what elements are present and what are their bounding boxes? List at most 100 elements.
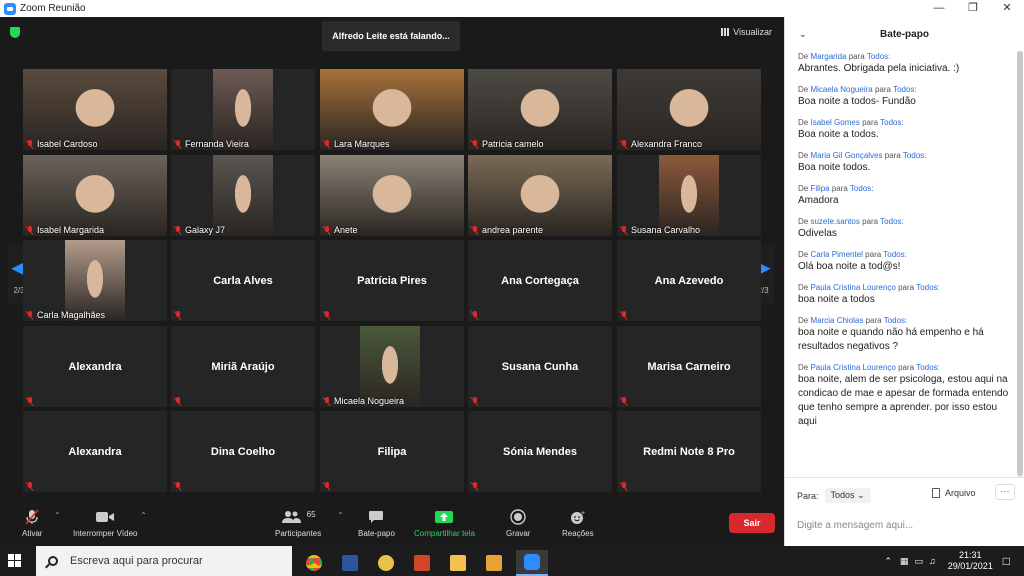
taskbar-search-box[interactable]: Escreva aqui para procurar [36, 546, 292, 576]
volume-icon[interactable]: ♫ [929, 556, 936, 566]
mic-muted-icon [323, 396, 331, 406]
participant-tile[interactable]: Carla Alves [171, 240, 315, 321]
participant-tile[interactable]: Alexandra [23, 411, 167, 492]
participant-tile[interactable]: Micaela Nogueira [320, 326, 464, 407]
chat-message-input[interactable] [797, 516, 1012, 534]
participants-label: Participantes [275, 529, 322, 538]
network-icon[interactable]: ▦ [900, 556, 909, 567]
chat-message-list[interactable]: De Margarida para Todos: Abrantes. Obriga… [785, 51, 1017, 477]
shield-icon[interactable] [10, 27, 20, 38]
participant-name: Isabel Margarida [37, 225, 105, 235]
participant-tile[interactable]: Miriã Araújo [171, 326, 315, 407]
participant-name: Lara Marques [334, 139, 390, 149]
participant-tile[interactable]: Fernanda Vieira [171, 69, 315, 150]
paint-taskbar-icon[interactable] [370, 550, 402, 576]
participant-tile[interactable]: Susana Cunha [468, 326, 612, 407]
leave-meeting-button[interactable]: Sair [729, 513, 775, 533]
chat-scrollbar-thumb[interactable] [1017, 51, 1023, 476]
sender-name[interactable]: Micaela Nogueira [810, 85, 872, 94]
participant-name: Dina Coelho [210, 445, 276, 458]
chrome-taskbar-icon[interactable] [298, 550, 330, 576]
from-word: De [798, 250, 809, 259]
share-screen-button[interactable]: Compartilhar tela [414, 509, 475, 538]
battery-icon[interactable]: ▭ [914, 556, 923, 567]
close-button[interactable]: ✕ [990, 0, 1024, 17]
participant-tile[interactable]: Filipa [320, 411, 464, 492]
participant-tile[interactable]: Anete [320, 155, 464, 236]
participants-options-caret[interactable]: ⌃ [337, 511, 344, 520]
minimize-button[interactable]: — [922, 0, 956, 17]
taskbar-clock[interactable]: 21:31 29/01/2021 [948, 550, 993, 572]
word-taskbar-icon[interactable] [334, 550, 366, 576]
mic-muted-icon [620, 139, 628, 149]
video-options-caret[interactable]: ⌃ [140, 511, 147, 520]
participant-tile[interactable]: Patrícia Pires [320, 240, 464, 321]
participant-tile[interactable]: Lara Marques [320, 69, 464, 150]
mic-muted-icon [24, 509, 40, 525]
reactions-button[interactable]: + Reações [562, 509, 594, 538]
participants-button[interactable]: 65 Participantes [275, 509, 322, 539]
recipient-select[interactable]: Todos ⌄ [824, 488, 871, 503]
participant-video [23, 155, 167, 236]
participant-tile[interactable]: Isabel Cardoso [23, 69, 167, 150]
file-explorer-taskbar-icon[interactable] [442, 550, 474, 576]
participant-tile[interactable]: Dina Coelho [171, 411, 315, 492]
participant-tile[interactable]: Isabel Margarida [23, 155, 167, 236]
maximize-button[interactable]: ❐ [956, 0, 990, 17]
file-button[interactable]: Arquivo [932, 488, 976, 498]
notifications-icon[interactable]: □ [1003, 554, 1010, 568]
windows-start-button[interactable] [8, 554, 22, 568]
sender-name[interactable]: Margarida [810, 52, 846, 61]
sender-name[interactable]: Isabel Gomes [810, 118, 859, 127]
participant-tile[interactable]: Patricia camelo [468, 69, 612, 150]
participant-tile[interactable]: Marisa Carneiro [617, 326, 761, 407]
system-tray: ⌃ ▦ ▭ ♫ 21:31 29/01/2021 □ [884, 546, 1024, 576]
chevron-up-icon[interactable]: ⌃ [884, 556, 892, 567]
sender-name[interactable]: Marcia Chiolas [810, 316, 863, 325]
participant-tile[interactable]: Sónia Mendes [468, 411, 612, 492]
sender-name[interactable]: Carla Pimentel [810, 250, 862, 259]
participant-tile[interactable]: Carla Magalhães [23, 240, 167, 321]
participant-name-row: Anete [323, 225, 358, 235]
participant-tile[interactable]: Alexandra Franco [617, 69, 761, 150]
participant-tile[interactable]: Ana Azevedo [617, 240, 761, 321]
file-icon [932, 488, 940, 498]
recipient-name: Todos: [893, 85, 917, 94]
from-word: De [798, 52, 809, 61]
participant-name: Isabel Cardoso [37, 139, 98, 149]
sender-name[interactable]: Paula Cristina Lourenço [810, 363, 895, 372]
audio-options-caret[interactable]: ⌃ [54, 511, 61, 520]
chat-message-meta: De suzete.santos para Todos: [798, 216, 1017, 227]
chat-message: De Maria Gil Gonçalves para Todos: Boa no… [798, 150, 1017, 175]
chat-message-text: Boa noite a todos- Fundão [798, 96, 916, 107]
window-controls: — ❐ ✕ [922, 0, 1024, 17]
participant-tile[interactable]: andrea parente [468, 155, 612, 236]
participant-tile[interactable]: Ana Cortegaça [468, 240, 612, 321]
sender-name[interactable]: Maria Gil Gonçalves [810, 151, 882, 160]
chat-label: Bate-papo [358, 529, 395, 538]
sender-name[interactable]: Paula Cristina Lourenço [810, 283, 895, 292]
participant-video [468, 69, 612, 150]
record-button[interactable]: Gravar [506, 509, 530, 538]
chat-message-meta: De Isabel Gomes para Todos: [798, 117, 1017, 128]
to-word: para [898, 283, 915, 292]
participant-tile[interactable]: Susana Carvalho [617, 155, 761, 236]
unmute-button[interactable]: Ativar [22, 509, 42, 538]
powerpoint-taskbar-icon[interactable] [406, 550, 438, 576]
chat-button[interactable]: Bate-papo [358, 509, 395, 538]
chat-message-text: boa noite a todos [798, 294, 875, 305]
participant-tile[interactable]: Redmi Note 8 Pro [617, 411, 761, 492]
stop-video-button[interactable]: Interromper Vídeo [73, 509, 137, 538]
view-button[interactable]: Visualizar [721, 27, 772, 37]
sender-name[interactable]: Filipa [810, 184, 829, 193]
chevron-down-icon[interactable]: ⌄ [799, 29, 807, 40]
active-speaker-banner: Alfredo Leite está falando... [322, 21, 460, 51]
sender-name[interactable]: suzete.santos [810, 217, 859, 226]
participant-tile[interactable]: Alexandra [23, 326, 167, 407]
media-player-taskbar-icon[interactable] [478, 550, 510, 576]
chat-scrollbar[interactable] [1017, 51, 1023, 477]
participant-name: Anete [334, 225, 358, 235]
more-options-button[interactable]: ··· [995, 484, 1015, 500]
participant-tile[interactable]: Galaxy J7 [171, 155, 315, 236]
zoom-taskbar-icon[interactable] [516, 550, 548, 576]
